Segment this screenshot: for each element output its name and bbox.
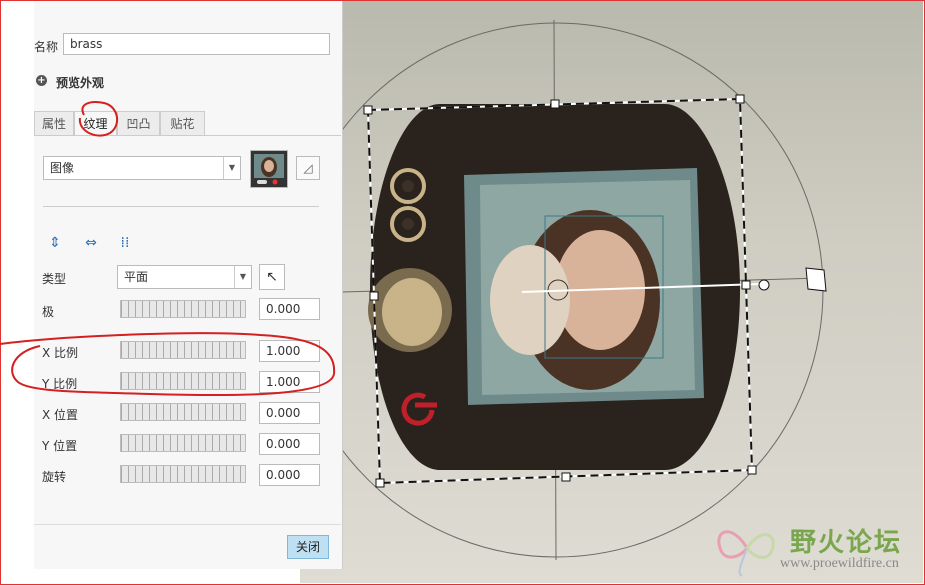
watermark-url: www.proewildfire.cn [780,556,899,571]
knob-bottom-center [402,218,414,230]
tab-decal[interactable]: 贴花 [160,111,205,135]
model-scene[interactable] [300,1,923,583]
close-button[interactable]: 关闭 [287,535,329,559]
handle-bottom-left[interactable] [375,478,385,488]
rotation-label: 旋转 [42,470,67,484]
handle-top-left[interactable] [363,105,373,115]
texture-source-select[interactable]: 图像 ▼ [43,156,241,180]
y-scale-slider[interactable] [120,372,246,390]
y-scale-input[interactable]: 1.000 [259,371,320,393]
handle-bottom-right[interactable] [747,465,757,475]
appearance-editor-panel: 名称 brass + 预览外观 属性 纹理 凹凸 贴花 图像 ▼ ◿ ⇕ ⇔ ⁞… [34,1,343,569]
portrait-icon [254,154,284,185]
tab-divider [34,135,341,136]
type-label: 类型 [42,272,67,286]
grid-icon[interactable]: ⁞⁞ [116,234,134,252]
section-divider [43,206,319,207]
type-value: 平面 [124,270,149,284]
pointer-icon[interactable]: ↖ [259,264,285,290]
x-scale-label: X 比例 [42,346,79,360]
rotation-slider[interactable] [120,465,246,483]
projection-plane-handle[interactable] [805,267,827,292]
x-position-label: X 位置 [42,408,79,422]
name-label: 名称 [34,40,59,54]
butterfly-logo-icon [717,530,775,577]
watermark-title: 野火论坛 [790,528,903,558]
knob-top-center [402,180,414,192]
handle-right[interactable] [741,280,751,290]
3d-viewport[interactable] [300,1,923,583]
eraser-icon[interactable]: ◿ [296,156,320,180]
pole-label: 极 [42,305,55,319]
texture-source-value: 图像 [50,161,75,175]
y-position-input[interactable]: 0.000 [259,433,320,455]
tab-properties[interactable]: 属性 [34,111,74,135]
y-position-slider[interactable] [120,434,246,452]
handle-top[interactable] [550,99,560,109]
handle-top-right[interactable] [735,94,745,104]
forum-watermark: 野火论坛 www.proewildfire.cn [712,518,920,580]
name-input[interactable]: brass [63,33,330,55]
rotation-input[interactable]: 0.000 [259,464,320,486]
tab-texture[interactable]: 纹理 [74,111,117,136]
vertical-arrows-icon[interactable]: ⇕ [46,234,64,252]
x-scale-input[interactable]: 1.000 [259,340,320,362]
rotate-handle[interactable] [758,279,770,291]
y-position-label: Y 位置 [42,439,78,453]
x-scale-slider[interactable] [120,341,246,359]
pole-input[interactable]: 0.000 [259,298,320,320]
texture-thumbnail[interactable] [250,150,288,188]
preview-appearance-label[interactable]: 预览外观 [56,74,104,91]
chevron-down-icon: ▼ [234,266,251,288]
handle-left[interactable] [369,291,379,301]
chevron-down-icon: ▼ [223,157,240,179]
plus-icon[interactable]: + [36,75,47,86]
footer-divider [34,524,341,525]
handle-bottom[interactable] [561,472,571,482]
horizontal-arrows-icon[interactable]: ⇔ [82,234,100,252]
x-position-input[interactable]: 0.000 [259,402,320,424]
type-select[interactable]: 平面 ▼ [117,265,252,289]
big-button [382,278,442,346]
y-scale-label: Y 比例 [42,377,78,391]
tab-bump[interactable]: 凹凸 [117,111,160,135]
pole-slider[interactable] [120,300,246,318]
x-position-slider[interactable] [120,403,246,421]
